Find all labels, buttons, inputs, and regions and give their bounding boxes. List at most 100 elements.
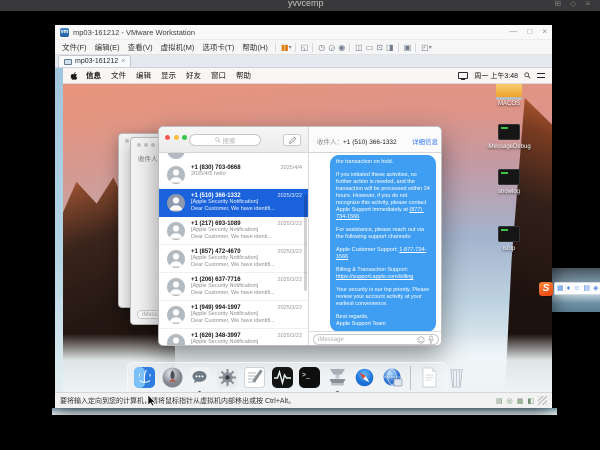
vmware-window-title: mp03-161212 - VMware Workstation <box>73 28 195 37</box>
statusbar-hint-text: 要将输入定向到您的计算机，请将鼠标指针从虚拟机内部移出或按 Ctrl+Alt。 <box>60 396 295 406</box>
snapshot-take-button[interactable]: ◷ <box>316 43 326 52</box>
spotlight-icon[interactable] <box>524 72 531 79</box>
maximize-button[interactable]: □ <box>527 27 532 37</box>
messages-toolbar[interactable]: 搜索 <box>159 127 309 153</box>
vmware-menu-item[interactable]: 选项卡(T) <box>198 42 238 53</box>
dock-system-preferences-icon[interactable] <box>216 366 239 389</box>
emoji-icon[interactable] <box>417 336 425 344</box>
vmware-menu-item[interactable]: 虚拟机(M) <box>157 42 199 53</box>
dictation-mic-icon[interactable] <box>428 335 434 344</box>
desktop-icon-macos[interactable]: MACOS <box>483 82 535 108</box>
vmware-menu-item[interactable]: 查看(V) <box>124 42 157 53</box>
compose-button[interactable] <box>283 134 301 146</box>
vmware-menu-item[interactable]: 编辑(E) <box>91 42 124 53</box>
bubble-text: Best regards, Apple Support Team <box>336 314 386 327</box>
sogou-toolbox-icon[interactable]: ◈ <box>593 283 598 294</box>
sogou-mic-icon[interactable]: ♦ <box>567 283 571 294</box>
fullscreen-button[interactable]: ⊡ <box>374 43 384 52</box>
unity-mode-button[interactable]: ◨ <box>384 43 395 52</box>
close-button[interactable]: × <box>542 27 547 37</box>
library-toggle-button[interactable]: ◫ <box>353 43 364 52</box>
macos-menu-item[interactable]: 文件 <box>106 70 131 81</box>
minimize-window-button[interactable] <box>174 135 179 140</box>
hard-disk-status-icon[interactable]: ▤ <box>496 397 503 405</box>
apple-menu-icon[interactable] <box>70 71 78 81</box>
sogou-keyboard-icon[interactable]: ▤ <box>583 283 590 294</box>
thumbnail-bar-toggle-button[interactable]: ▭ <box>364 43 375 52</box>
sogou-emoji-icon[interactable]: ☺ <box>573 283 580 294</box>
bubble-paragraph: Billing & Transaction Support: https://s… <box>336 267 430 281</box>
vmware-window: vm mp03-161212 - VMware Workstation — □ … <box>55 25 552 408</box>
conversation-date: 2025/4/4 <box>281 165 302 171</box>
bubble-link[interactable]: https://support.apple.com/billing <box>336 274 413 280</box>
close-window-button[interactable] <box>165 135 170 140</box>
dock-launchpad-icon[interactable] <box>161 366 184 389</box>
viewer-layout-icon[interactable]: ⊞ <box>554 0 561 8</box>
dock-messages-icon[interactable] <box>188 366 211 389</box>
send-ctrl-alt-del-button[interactable]: ◱ <box>299 43 310 52</box>
sogou-skin-icon[interactable]: ▦ <box>557 283 564 294</box>
sogou-input-toolbar[interactable]: S ▦♦☺▤◈ <box>539 281 600 296</box>
dock-textedit-icon[interactable] <box>243 366 266 389</box>
snapshot-revert-button[interactable]: ◶ <box>326 43 336 52</box>
desktop-icon-showlog[interactable]: showlog <box>483 169 535 196</box>
macos-menu-item[interactable]: 信息 <box>81 70 106 81</box>
vmware-menu-item[interactable]: 文件(F) <box>58 42 91 53</box>
dock-document-icon[interactable] <box>418 366 441 389</box>
macos-menu-item[interactable]: 编辑 <box>131 70 156 81</box>
menubar-clock[interactable]: 周一 上午3:48 <box>474 71 518 81</box>
dock-network-icon[interactable] <box>381 366 404 389</box>
avatar <box>167 278 185 296</box>
monitor-layout-button-caret[interactable]: ▾ <box>429 44 432 51</box>
window-traffic-lights[interactable] <box>165 135 187 140</box>
macos-menu-item[interactable]: 好友 <box>181 70 206 81</box>
vmware-titlebar[interactable]: vm mp03-161212 - VMware Workstation — □ … <box>55 25 552 40</box>
vm-screen[interactable]: MACOS iMessageDebug showlog istop 信息文件编辑显示好… <box>63 68 552 392</box>
dock-trash-icon[interactable] <box>445 366 468 389</box>
chat-transcript[interactable]: the transaction on hold.If you initiated… <box>309 153 442 331</box>
macos-menu-item[interactable]: 窗口 <box>206 70 231 81</box>
vmware-menu-item[interactable]: 帮助(H) <box>238 42 271 53</box>
cd-rom-status-icon[interactable]: ◎ <box>507 397 513 405</box>
details-button[interactable]: 详细信息 <box>412 136 438 146</box>
dock-activity-monitor-icon[interactable] <box>271 366 294 389</box>
dock-terminal-icon[interactable]: >_ <box>298 366 321 389</box>
sogou-logo-icon[interactable]: S <box>539 282 553 296</box>
window-traffic-lights[interactable] <box>137 143 155 147</box>
conversation-item[interactable]: +1 (949) 994-19972025/3/22[Apple Securit… <box>159 301 308 329</box>
macos-menu-item[interactable]: 显示 <box>156 70 181 81</box>
viewer-rotate-icon[interactable]: ◇ <box>570 0 576 8</box>
conversation-item[interactable]: +1 (510) 366-13322025/3/22[Apple Securit… <box>159 189 308 217</box>
conversation-item[interactable]: +1 (857) 472-46702025/3/22[Apple Securit… <box>159 245 308 273</box>
resize-grip[interactable] <box>538 396 547 405</box>
viewer-menu-icon[interactable]: ≡ <box>585 0 590 8</box>
to-field-value[interactable]: +1 (510) 366-1332 <box>343 139 397 146</box>
macos-menu-item[interactable]: 帮助 <box>231 70 256 81</box>
tab-close-icon[interactable]: × <box>121 58 125 65</box>
minimize-button[interactable]: — <box>509 27 517 37</box>
bubble-text: the transaction on hold. <box>336 159 393 165</box>
desktop-icon-imessagedebug[interactable]: iMessageDebug <box>483 124 535 151</box>
snapshot-manager-button[interactable]: ◉ <box>336 43 346 52</box>
notification-center-icon[interactable] <box>537 73 545 78</box>
scrollbar-thumb[interactable] <box>304 195 307 291</box>
dock-finder-icon[interactable] <box>133 366 156 389</box>
vm-tab[interactable]: mp03-161212 × <box>58 55 131 67</box>
message-input[interactable]: iMessage <box>313 334 439 345</box>
conversation-item[interactable]: +1 (206) 637-77162025/3/22[Apple Securit… <box>159 273 308 301</box>
dock-installer-icon[interactable] <box>326 366 349 389</box>
search-input[interactable]: 搜索 <box>189 134 261 146</box>
conversation-list[interactable]: +1 (830) 703-06682025/4/42025/4/5 hello+… <box>159 153 309 345</box>
console-view-button[interactable]: ▣ <box>402 43 413 52</box>
pause-button-caret[interactable]: ▾ <box>289 44 292 51</box>
dock-safari-icon[interactable] <box>353 366 376 389</box>
conversation-item[interactable]: +1 (217) 693-10892025/3/22[Apple Securit… <box>159 217 308 245</box>
conversation-item[interactable]: +1 (830) 703-06682025/4/42025/4/5 hello <box>159 161 308 189</box>
network-adapter-status-icon[interactable]: ▦ <box>517 397 524 405</box>
display-mirroring-icon[interactable] <box>458 72 468 79</box>
desktop-icon-istop[interactable]: istop <box>483 226 535 253</box>
conversation-item[interactable]: +1 (626) 348-39972025/3/22[Apple Securit… <box>159 329 308 345</box>
conversation-item-partial[interactable] <box>159 153 308 161</box>
zoom-window-button[interactable] <box>182 135 187 140</box>
sound-status-icon[interactable]: ◧ <box>527 397 534 405</box>
